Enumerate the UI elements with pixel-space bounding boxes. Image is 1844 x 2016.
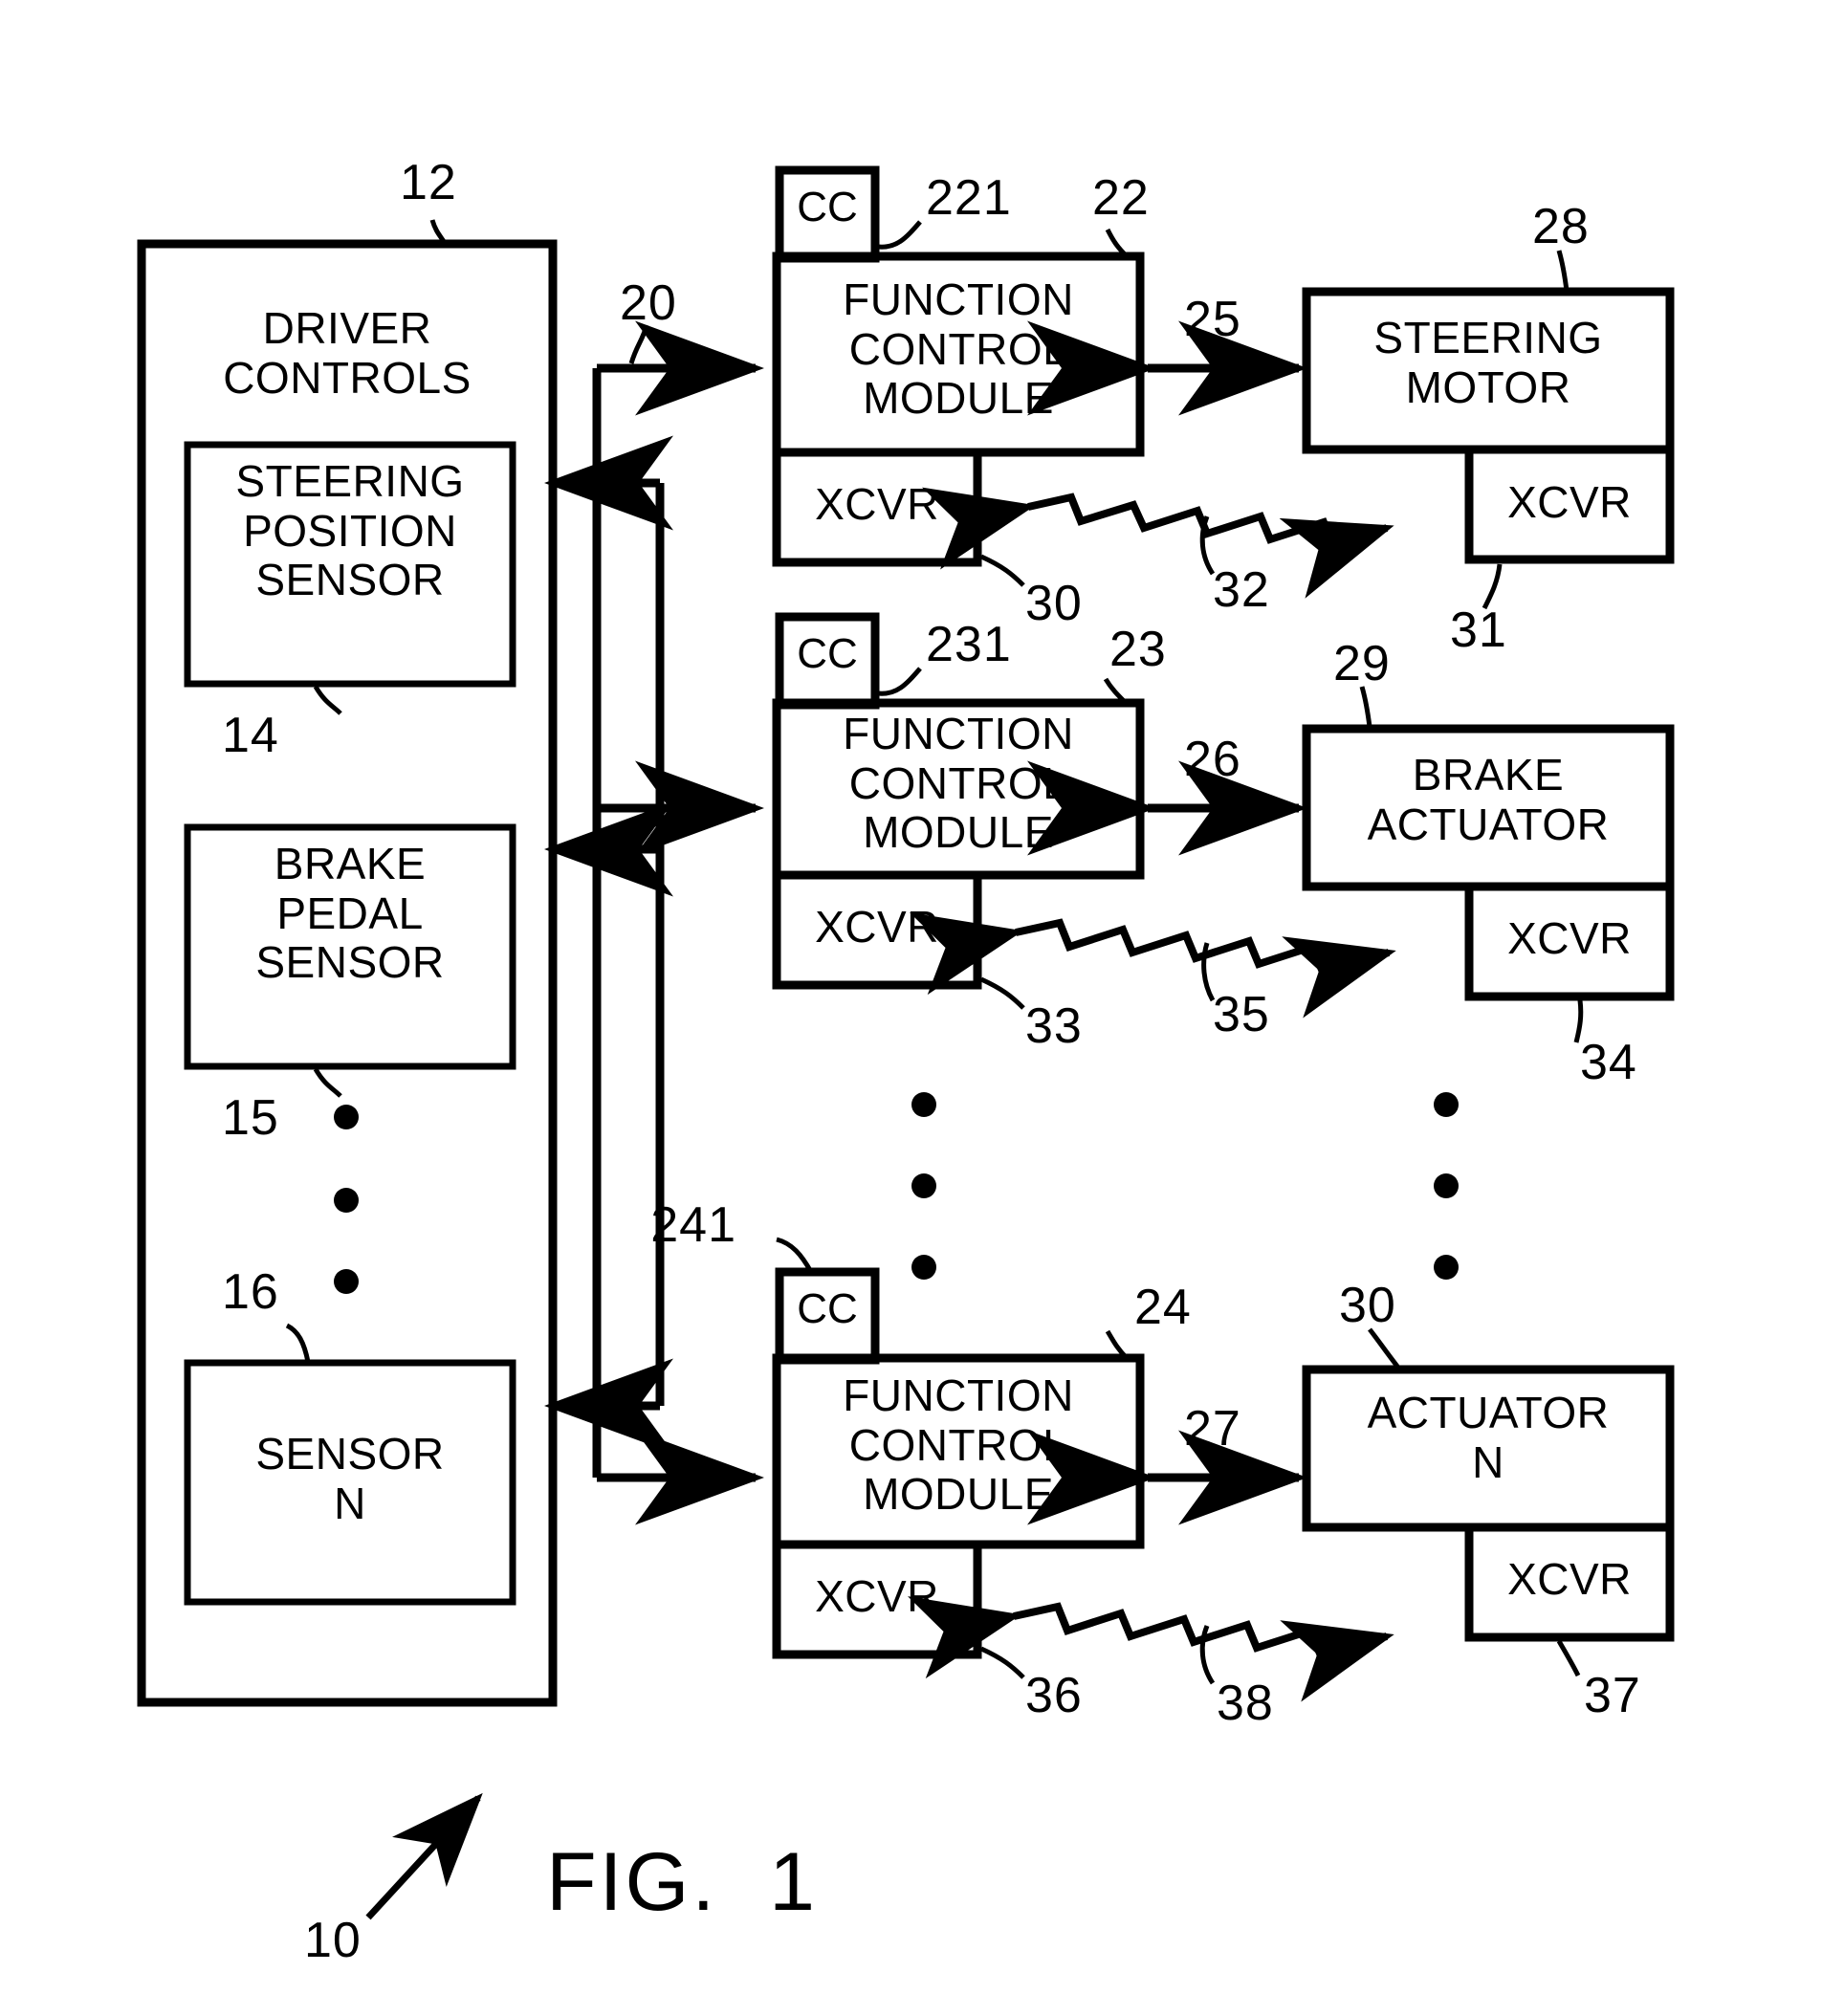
function-control-module-24-label: FUNCTION CONTROL MODULE	[843, 1370, 1074, 1520]
leader-30	[979, 554, 1025, 587]
sensor-n-label: SENSOR N	[255, 1429, 445, 1528]
xcvr-label-30: XCVR	[815, 479, 939, 529]
xcvr-label-37: XCVR	[1507, 1554, 1632, 1604]
cc-label-221: CC	[797, 184, 858, 230]
ref-38: 38	[1217, 1676, 1274, 1731]
ref-30: 30	[1025, 576, 1083, 631]
ref-37: 37	[1584, 1668, 1641, 1723]
ref-27: 27	[1184, 1401, 1241, 1457]
ref-29: 29	[1333, 636, 1391, 691]
xcvr-label-31: XCVR	[1507, 477, 1632, 527]
function-control-module-22-label: FUNCTION CONTROL MODULE	[843, 274, 1074, 424]
ref-221: 221	[926, 170, 1012, 226]
ellipsis-dot	[911, 1255, 936, 1280]
leader-231	[877, 667, 922, 696]
ref-20: 20	[620, 275, 677, 331]
actuator-n-label: ACTUATOR N	[1367, 1388, 1610, 1487]
ref-30-actuator: 30	[1339, 1278, 1396, 1333]
cc-label-231: CC	[797, 630, 858, 677]
ellipsis-dot	[911, 1173, 936, 1198]
ref-12: 12	[400, 155, 457, 210]
ellipsis-dot	[334, 1269, 359, 1294]
leader-33	[979, 976, 1025, 1010]
ref-36: 36	[1025, 1668, 1083, 1723]
ellipsis-dot	[1434, 1255, 1459, 1280]
leader-221	[877, 220, 922, 250]
ref-28: 28	[1532, 199, 1590, 254]
leader-28	[1556, 250, 1570, 292]
ref-24: 24	[1134, 1280, 1192, 1335]
ellipsis-dot	[1434, 1173, 1459, 1198]
patent-figure-canvas: DRIVER CONTROLS 12 STEERING POSITION SENSOR…	[0, 0, 1844, 2016]
ellipsis-dot	[911, 1092, 936, 1117]
leader-14	[313, 685, 342, 715]
leader-29	[1359, 686, 1372, 728]
ellipsis-dot	[1434, 1092, 1459, 1117]
xcvr-label-36: XCVR	[815, 1571, 939, 1621]
leader-32	[1199, 515, 1216, 576]
steering-motor-label: STEERING MOTOR	[1373, 313, 1603, 412]
brake-actuator-label: BRAKE ACTUATOR	[1367, 750, 1610, 849]
ref-25: 25	[1184, 292, 1241, 347]
ref-14: 14	[222, 708, 279, 763]
leader-241	[776, 1237, 814, 1274]
ref-31: 31	[1450, 603, 1507, 658]
xcvr-label-33: XCVR	[815, 902, 939, 952]
leader-10-arrow	[365, 1792, 483, 1920]
brake-pedal-sensor-label: BRAKE PEDAL SENSOR	[255, 839, 445, 988]
function-control-module-23-label: FUNCTION CONTROL MODULE	[843, 709, 1074, 858]
xcvr-label-34: XCVR	[1507, 913, 1632, 963]
ref-15: 15	[222, 1090, 279, 1146]
ellipsis-dot	[334, 1188, 359, 1213]
leader-36	[979, 1646, 1025, 1679]
leader-15	[313, 1067, 342, 1098]
ref-231: 231	[926, 617, 1012, 672]
leader-30-actuator	[1368, 1327, 1400, 1370]
driver-controls-title: DRIVER CONTROLS	[223, 303, 472, 403]
ref-34: 34	[1580, 1035, 1637, 1090]
ref-16: 16	[222, 1264, 279, 1320]
ref-23: 23	[1109, 622, 1167, 677]
ref-35: 35	[1213, 987, 1270, 1042]
leader-37	[1556, 1639, 1581, 1677]
ref-33: 33	[1025, 998, 1083, 1054]
steering-position-sensor-label: STEERING POSITION SENSOR	[235, 456, 465, 605]
ellipsis-dot	[334, 1105, 359, 1129]
ref-26: 26	[1184, 732, 1241, 787]
figure-caption: FIG. 1	[546, 1836, 818, 1928]
ref-241: 241	[650, 1197, 736, 1253]
ref-22: 22	[1092, 170, 1150, 226]
ref-32: 32	[1213, 562, 1270, 618]
leader-16	[285, 1323, 311, 1363]
ref-10: 10	[304, 1913, 362, 1968]
cc-label-241: CC	[797, 1285, 858, 1332]
